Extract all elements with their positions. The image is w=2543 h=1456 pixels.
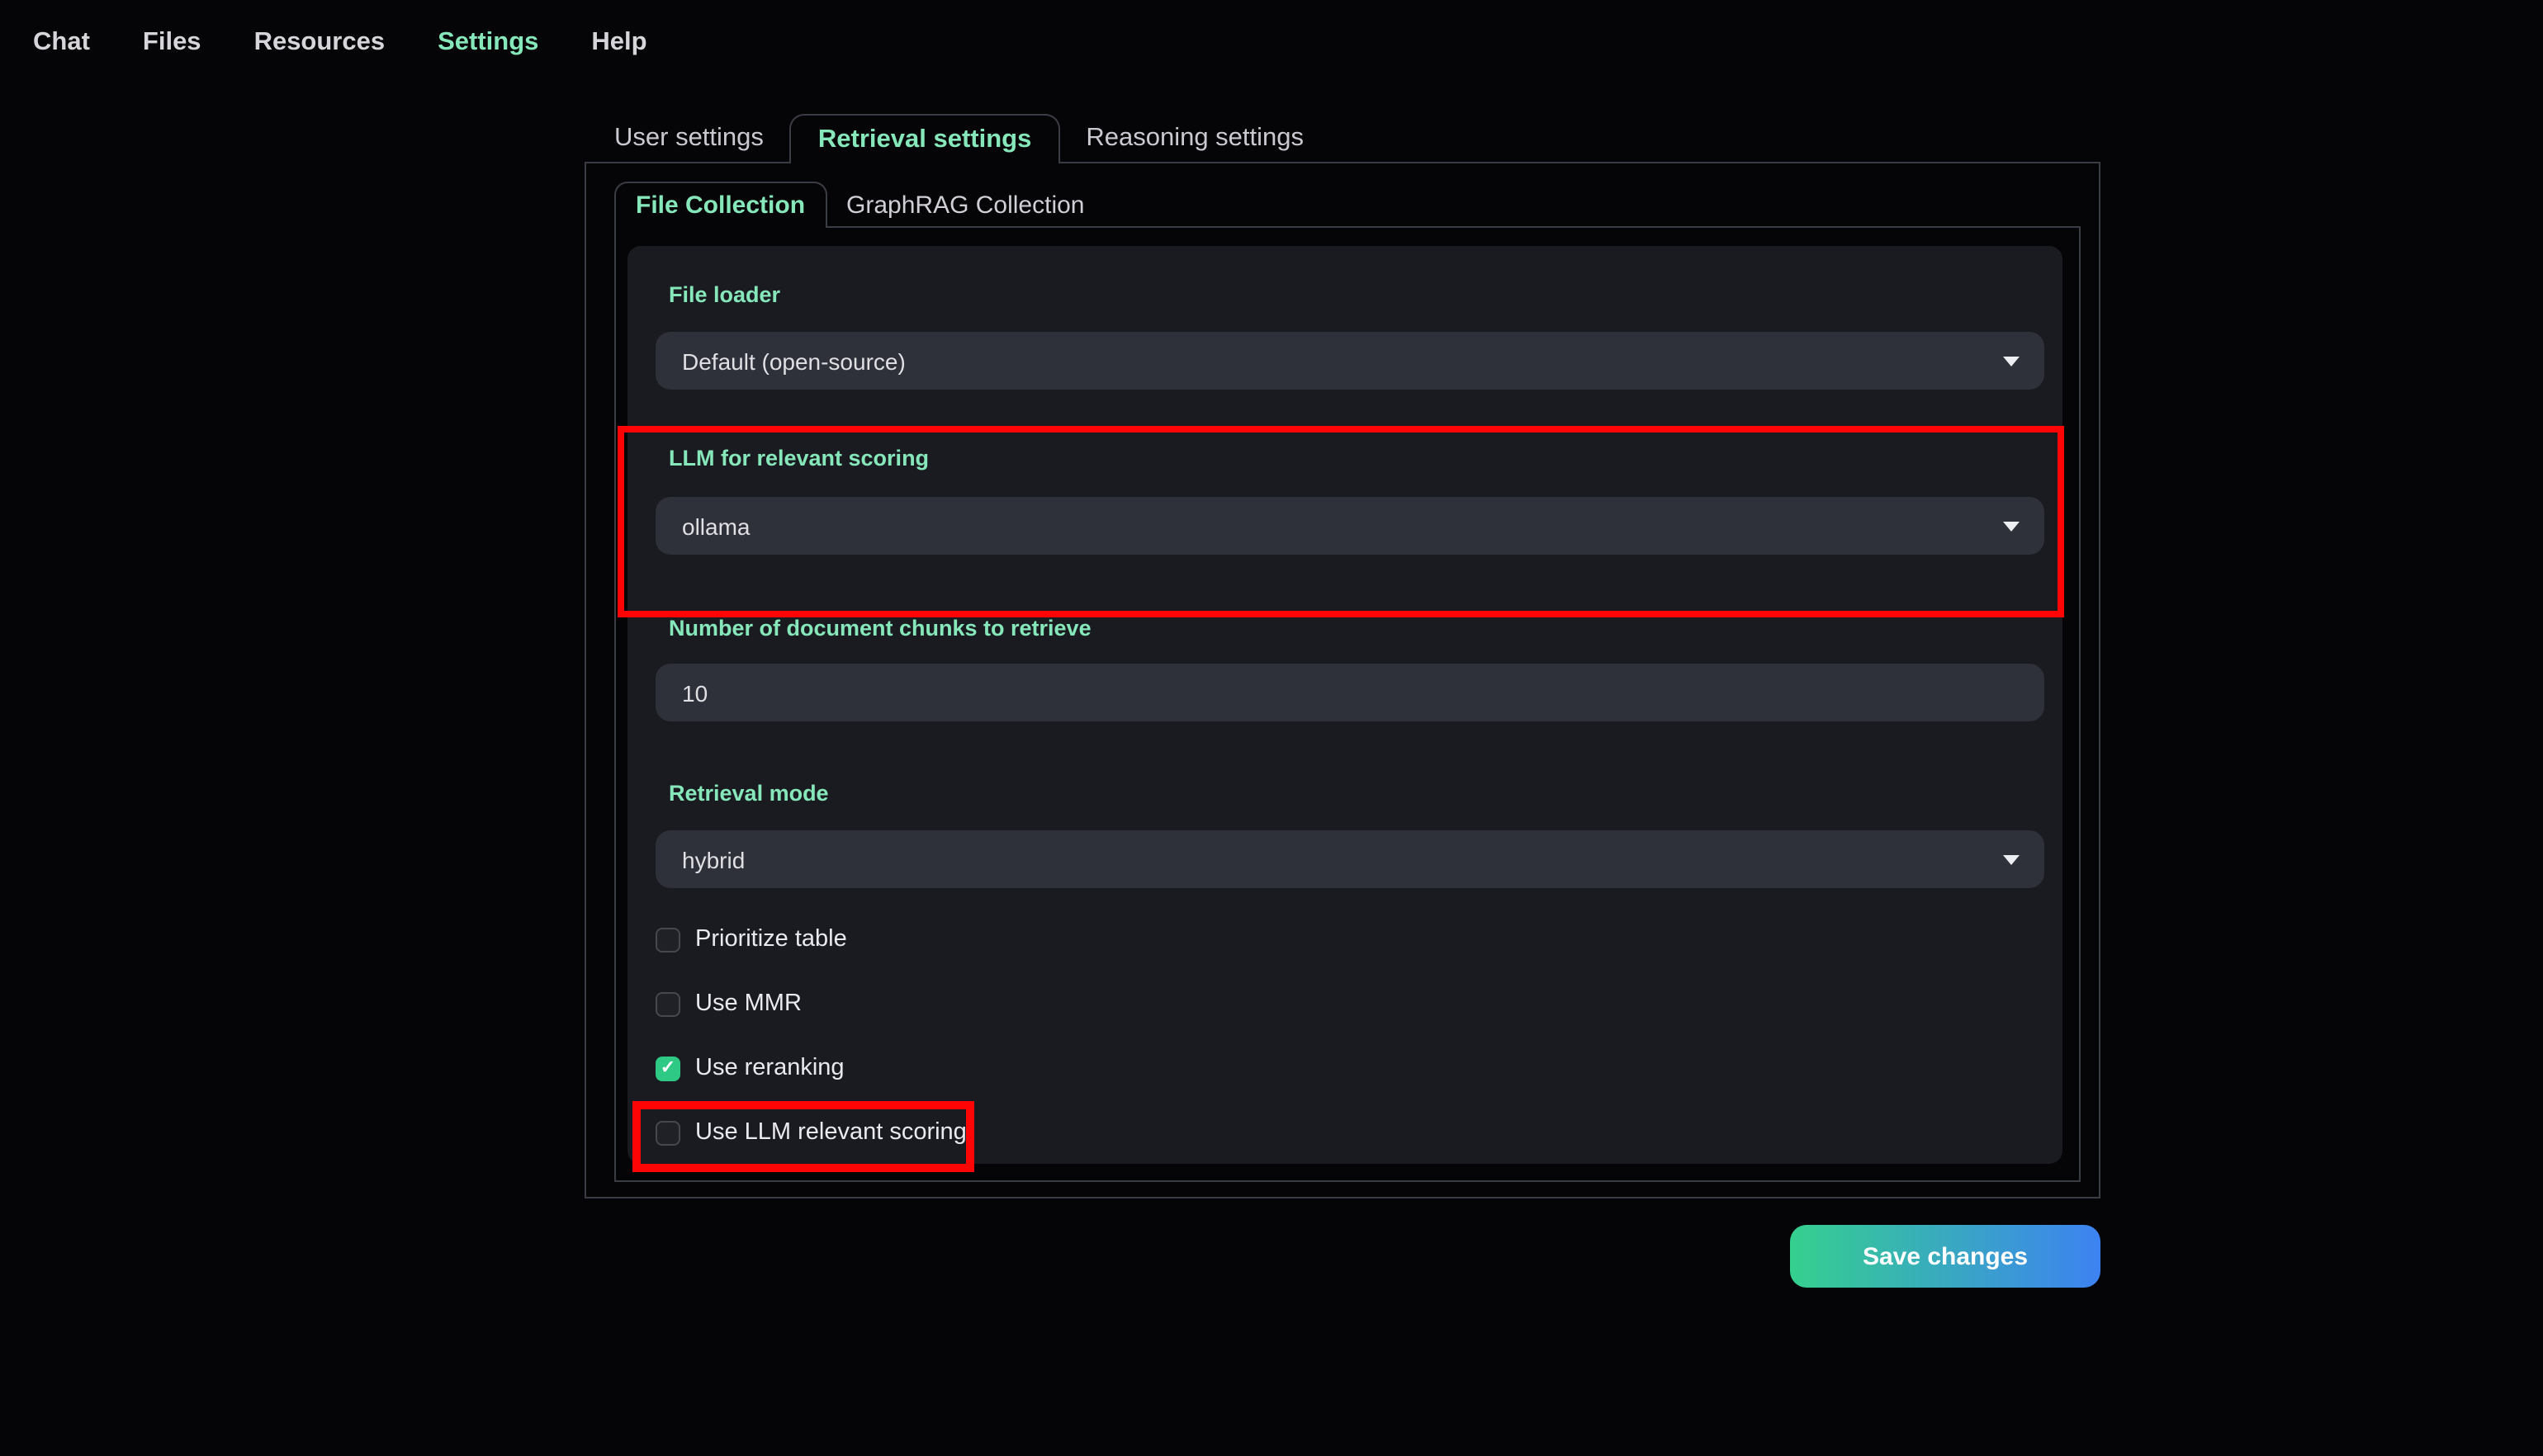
tab-user-settings[interactable]: User settings (588, 114, 790, 163)
use-reranking-label: Use reranking (695, 1055, 845, 1081)
dropdown-caret-icon (2003, 521, 2020, 531)
collection-tab-nav: File Collection GraphRAG Collection (614, 182, 2081, 228)
tab-reasoning-settings[interactable]: Reasoning settings (1059, 114, 1330, 163)
collection-tab-group: File Collection GraphRAG Collection File… (614, 182, 2081, 1182)
settings-tab-nav: User settings Retrieval settings Reasoni… (585, 114, 2100, 163)
num-chunks-label: Number of document chunks to retrieve (669, 616, 1092, 641)
tab-graphrag-collection[interactable]: GraphRAG Collection (826, 182, 1104, 228)
tab-file-collection[interactable]: File Collection (614, 182, 827, 228)
nav-item-chat[interactable]: Chat (33, 28, 90, 58)
save-changes-button[interactable]: Save changes (1790, 1225, 2100, 1288)
retrieval-mode-value: hybrid (682, 846, 746, 872)
use-llm-relevant-scoring-checkbox[interactable] (656, 1120, 680, 1145)
llm-scoring-value: ollama (682, 513, 751, 539)
use-mmr-label: Use MMR (695, 990, 802, 1017)
num-chunks-input[interactable] (656, 664, 2044, 721)
checkbox-row-use-mmr: Use MMR (656, 990, 802, 1017)
file-loader-label: File loader (669, 282, 781, 307)
retrieval-mode-dropdown[interactable]: hybrid (656, 830, 2044, 888)
nav-item-resources[interactable]: Resources (254, 28, 386, 58)
use-mmr-checkbox[interactable] (656, 991, 680, 1016)
file-collection-panel: File loader Default (open-source) LLM fo… (614, 228, 2081, 1182)
retrieval-mode-label: Retrieval mode (669, 781, 829, 806)
use-reranking-checkbox[interactable]: ✓ (656, 1056, 680, 1080)
checkbox-row-prioritize-table: Prioritize table (656, 926, 847, 953)
dropdown-caret-icon (2003, 356, 2020, 366)
settings-card: File loader Default (open-source) LLM fo… (627, 246, 2062, 1164)
use-llm-relevant-scoring-label: Use LLM relevant scoring (695, 1119, 967, 1146)
app-root: Chat Files Resources Settings Help User … (0, 0, 2543, 1456)
nav-item-files[interactable]: Files (143, 28, 201, 58)
file-loader-dropdown[interactable]: Default (open-source) (656, 332, 2044, 390)
top-nav: Chat Files Resources Settings Help (33, 21, 647, 64)
retrieval-settings-panel: File Collection GraphRAG Collection File… (585, 163, 2100, 1198)
file-loader-value: Default (open-source) (682, 347, 906, 374)
llm-scoring-label: LLM for relevant scoring (669, 446, 930, 470)
prioritize-table-label: Prioritize table (695, 926, 847, 953)
tab-retrieval-settings[interactable]: Retrieval settings (789, 114, 1060, 163)
settings-tab-group: User settings Retrieval settings Reasoni… (585, 114, 2100, 1198)
llm-scoring-dropdown[interactable]: ollama (656, 497, 2044, 555)
nav-item-settings[interactable]: Settings (438, 28, 538, 58)
nav-item-help[interactable]: Help (591, 28, 646, 58)
checkbox-row-use-llm-relevant-scoring: Use LLM relevant scoring (656, 1119, 967, 1146)
prioritize-table-checkbox[interactable] (656, 927, 680, 952)
dropdown-caret-icon (2003, 854, 2020, 864)
checkbox-row-use-reranking: ✓ Use reranking (656, 1055, 845, 1081)
